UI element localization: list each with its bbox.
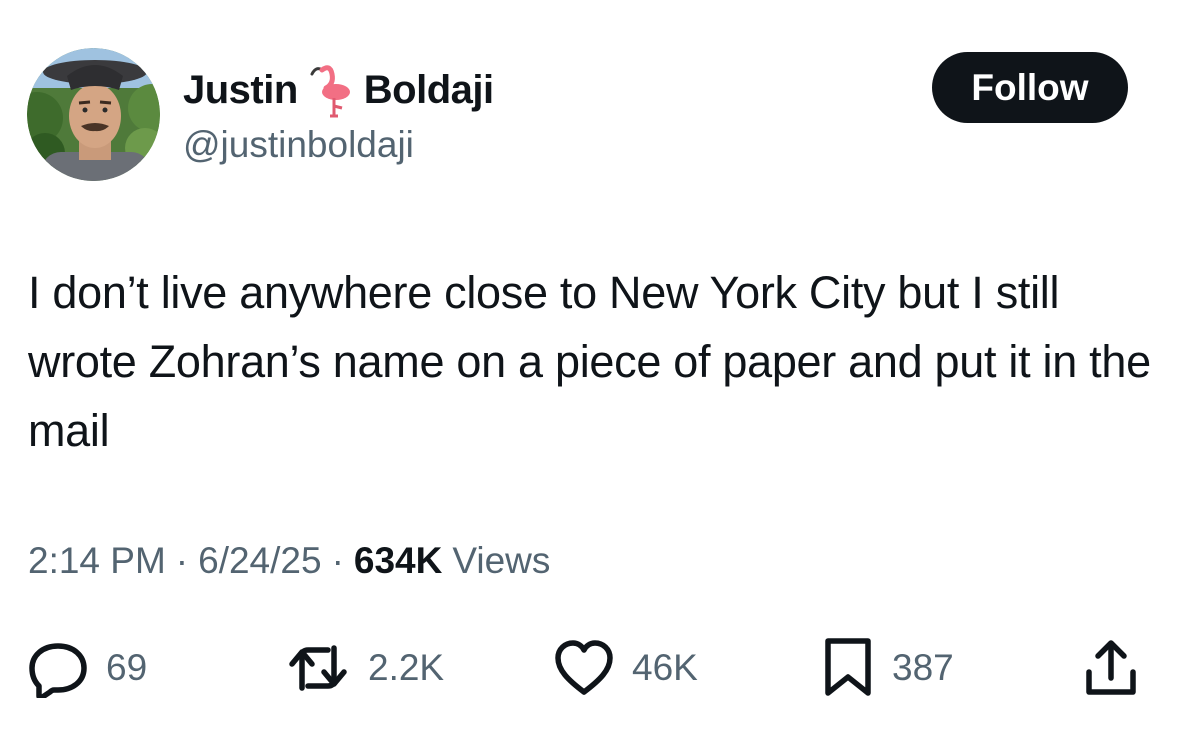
reply-button[interactable]: 69: [28, 636, 147, 700]
share-icon: [1083, 638, 1139, 698]
tweet-time[interactable]: 2:14 PM: [28, 540, 166, 582]
reply-count: 69: [106, 647, 148, 688]
tweet-text: I don’t live anywhere close to New York …: [28, 267, 1151, 456]
user-handle[interactable]: @justinboldaji: [183, 124, 414, 166]
reply-icon: [28, 638, 88, 698]
tweet-date[interactable]: 6/24/25: [198, 540, 321, 582]
tweet-meta: 2:14 PM · 6/24/25 · 634K Views: [28, 540, 550, 582]
retweet-count: 2.2K: [368, 647, 445, 688]
views-count: 634K: [353, 540, 443, 581]
views-label: Views: [452, 540, 551, 581]
retweet-button[interactable]: 2.2K: [286, 636, 444, 700]
tweet-card: Justin Boldaji @justinboldaji Follow I d…: [0, 0, 1179, 751]
last-name: Boldaji: [363, 67, 494, 112]
display-name[interactable]: Justin Boldaji: [183, 62, 494, 118]
retweet-icon: [286, 638, 350, 698]
heart-icon: [554, 638, 614, 698]
share-button[interactable]: [1083, 636, 1139, 700]
bookmark-icon: [822, 637, 874, 699]
meta-separator: ·: [331, 540, 344, 581]
flamingo-icon: [308, 62, 356, 118]
like-button[interactable]: 46K: [554, 636, 698, 700]
like-count: 46K: [632, 647, 698, 688]
avatar[interactable]: [27, 48, 160, 181]
bookmark-count: 387: [892, 647, 954, 688]
first-name: Justin: [183, 67, 298, 112]
follow-button[interactable]: Follow: [932, 52, 1128, 123]
avatar-image: [27, 48, 160, 181]
bookmark-button[interactable]: 387: [822, 636, 954, 700]
action-bar: 69 2.2K 46K 387: [0, 636, 1179, 700]
meta-separator: ·: [175, 540, 189, 581]
